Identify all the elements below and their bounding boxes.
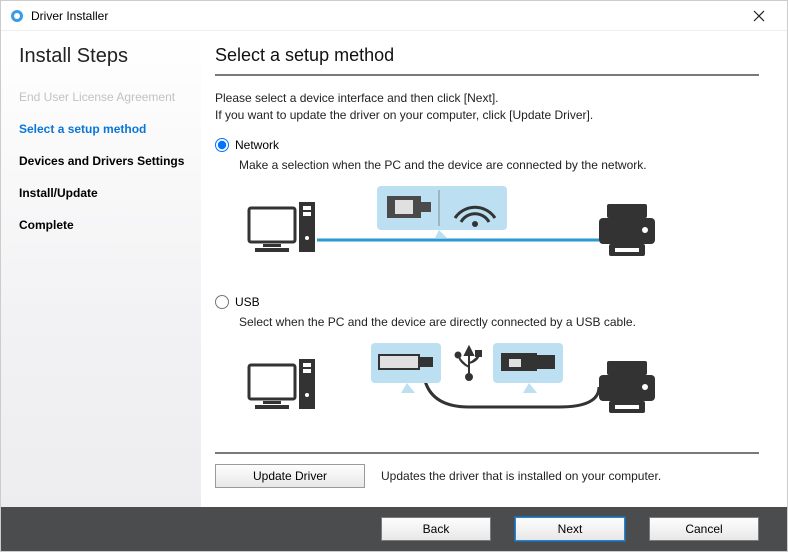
sidebar: Install Steps End User License Agreement… [1, 31, 201, 507]
usb-diagram [239, 337, 759, 432]
radio-network[interactable] [215, 138, 229, 152]
option-usb: USB Select when the PC and the device ar… [215, 295, 759, 442]
update-driver-button[interactable]: Update Driver [215, 464, 365, 488]
step-complete: Complete [19, 218, 189, 232]
cancel-button[interactable]: Cancel [649, 517, 759, 541]
radio-usb-label[interactable]: USB [235, 295, 260, 309]
instruction-line1: Please select a device interface and the… [215, 90, 759, 107]
window-title: Driver Installer [31, 9, 737, 23]
usb-desc: Select when the PC and the device are di… [239, 315, 759, 329]
main-panel: Select a setup method Please select a de… [201, 31, 787, 507]
instruction-line2: If you want to update the driver on your… [215, 107, 759, 124]
update-row: Update Driver Updates the driver that is… [215, 452, 759, 488]
step-eula: End User License Agreement [19, 90, 189, 104]
close-button[interactable] [737, 2, 781, 30]
footer: Back Next Cancel [1, 507, 787, 551]
radio-network-label[interactable]: Network [235, 138, 279, 152]
option-network: Network Make a selection when the PC and… [215, 138, 759, 285]
step-install-update: Install/Update [19, 186, 189, 200]
sidebar-heading: Install Steps [19, 45, 189, 68]
network-diagram [239, 180, 759, 275]
radio-usb[interactable] [215, 295, 229, 309]
close-icon [753, 10, 765, 22]
titlebar: Driver Installer [1, 1, 787, 31]
step-setup-method: Select a setup method [19, 122, 189, 136]
page-title: Select a setup method [215, 45, 759, 76]
step-devices-drivers: Devices and Drivers Settings [19, 154, 189, 168]
app-icon [9, 8, 25, 24]
body: Install Steps End User License Agreement… [1, 31, 787, 507]
back-button[interactable]: Back [381, 517, 491, 541]
update-desc: Updates the driver that is installed on … [381, 469, 661, 483]
network-desc: Make a selection when the PC and the dev… [239, 158, 759, 172]
instruction-text: Please select a device interface and the… [215, 90, 759, 124]
next-button[interactable]: Next [515, 517, 625, 541]
